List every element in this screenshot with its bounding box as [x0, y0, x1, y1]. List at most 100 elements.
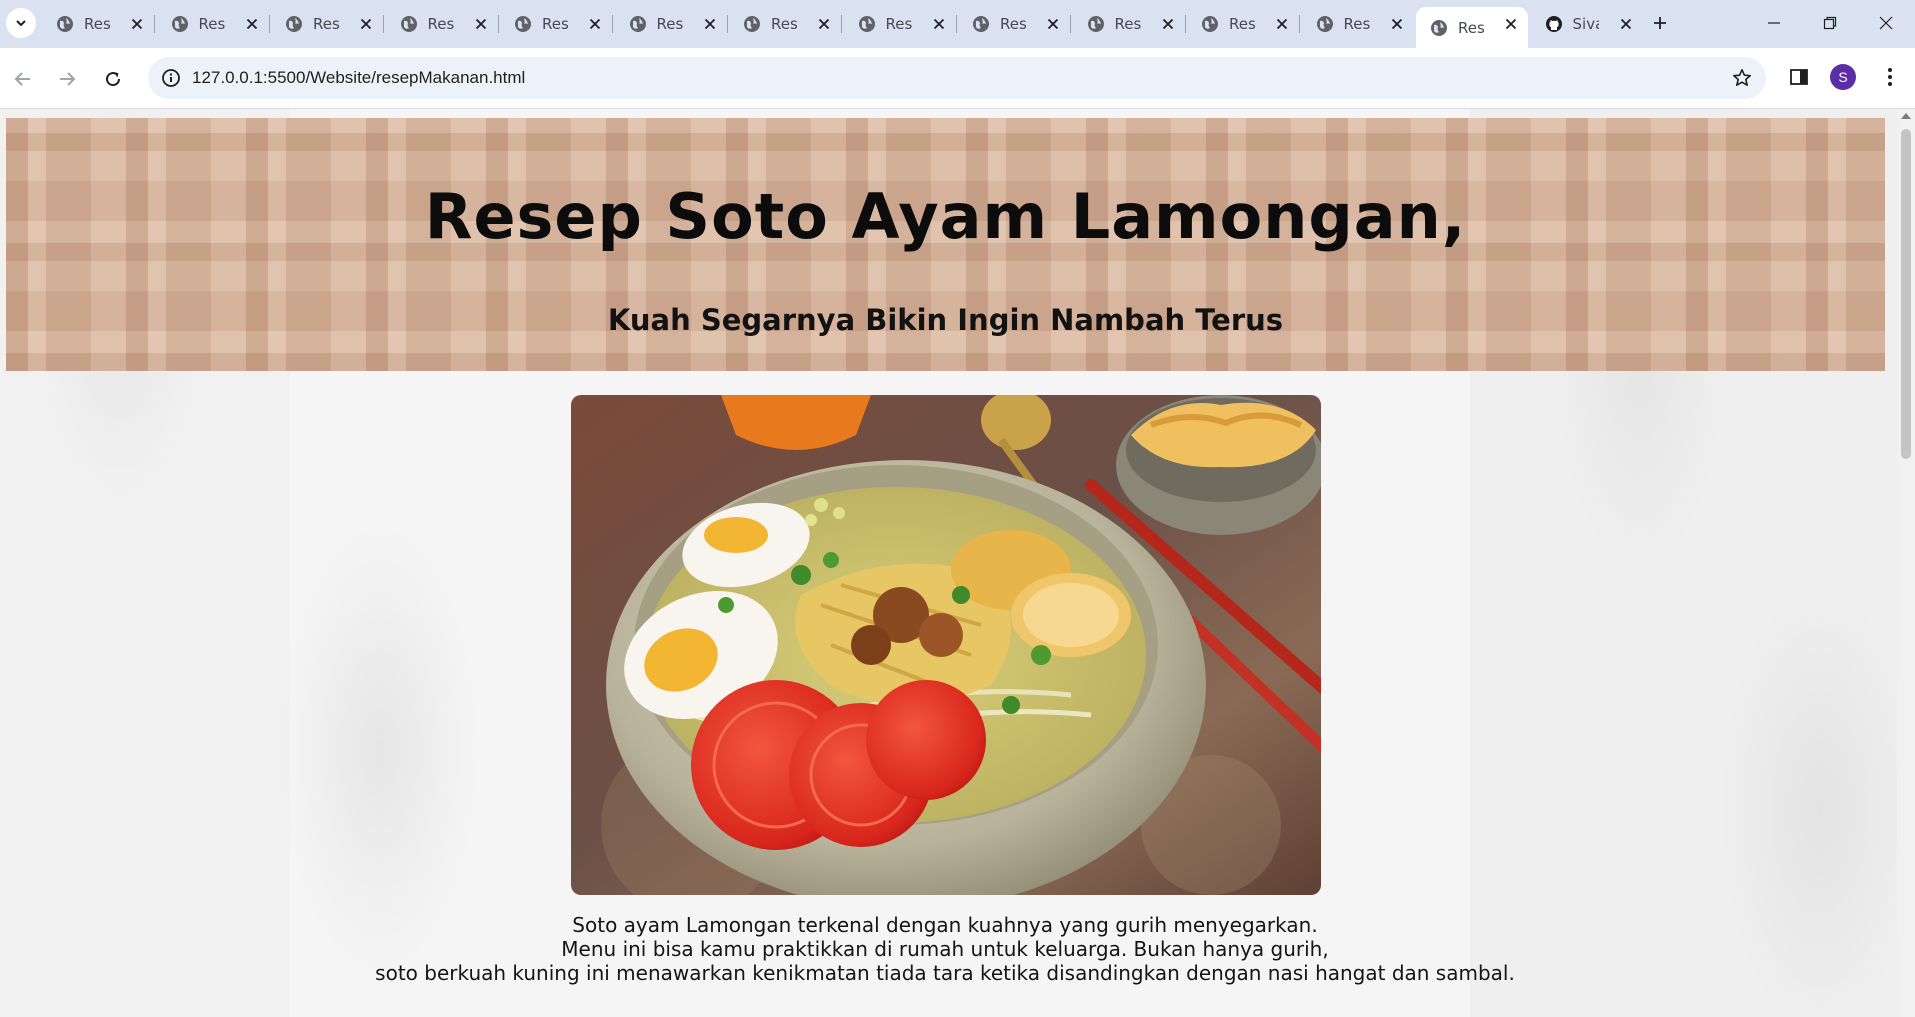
globe-icon [1087, 16, 1104, 32]
close-window-button[interactable] [1858, 0, 1914, 46]
tab-close-button[interactable] [1617, 15, 1635, 33]
minimize-icon [1768, 22, 1780, 24]
reload-icon [106, 72, 121, 87]
tab[interactable]: Resep Makanan [157, 7, 270, 41]
description-line: soto berkuah kuning ini menawarkan kenik… [375, 961, 1515, 985]
globe-icon [171, 16, 188, 32]
tab-close-button[interactable] [128, 15, 146, 33]
tab-title: Resep Makanan [1000, 15, 1026, 33]
soto-ayam-illustration [571, 395, 1321, 895]
scroll-up-arrow[interactable] [1901, 113, 1911, 119]
tab-separator [1184, 15, 1186, 33]
tab-close-button[interactable] [1159, 15, 1177, 33]
tab[interactable]: Resep Makanan [615, 7, 728, 41]
close-icon [131, 18, 143, 30]
reload-button[interactable] [96, 62, 130, 96]
tab-separator [1070, 15, 1071, 33]
tab-title: Resep Makanan [198, 15, 225, 33]
tab-title: Resep Makanan [1114, 15, 1141, 33]
tab-close-button[interactable] [815, 15, 833, 33]
browser-menu-button[interactable] [1875, 62, 1905, 92]
browser-toolbar: 127.0.0.1:5500/Website/resepMakanan.html… [0, 48, 1915, 109]
close-icon [1047, 18, 1059, 30]
tab-close-button[interactable] [1502, 15, 1520, 33]
new-tab-button[interactable] [1646, 9, 1674, 37]
restore-button[interactable] [1802, 0, 1858, 46]
tab-close-button[interactable] [930, 15, 948, 33]
tab-title: Resep Makanan [542, 15, 568, 33]
page-title: Resep Soto Ayam Lamongan, [424, 180, 1467, 253]
tab[interactable]: Resep Makanan [271, 7, 384, 41]
close-icon [933, 18, 944, 30]
profile-avatar[interactable]: S [1830, 64, 1856, 90]
globe-icon [1316, 16, 1333, 32]
tab-title: Resep Makanan [1458, 18, 1484, 37]
more-vertical-icon [1888, 68, 1892, 86]
tab-separator [612, 15, 613, 33]
close-icon [818, 18, 830, 30]
minimize-button[interactable] [1746, 0, 1802, 46]
address-bar[interactable]: 127.0.0.1:5500/Website/resepMakanan.html [148, 57, 1766, 99]
globe-icon [973, 16, 989, 32]
tab[interactable]: Resep Makanan [1302, 7, 1414, 41]
restore-icon [1823, 16, 1837, 30]
side-panel-icon [1790, 69, 1808, 85]
close-icon [360, 18, 372, 30]
tab-separator [841, 15, 842, 33]
tab[interactable]: Resep Makanan [958, 7, 1071, 41]
tab-active[interactable]: Resep Makanan [1416, 7, 1528, 48]
tab-close-button[interactable] [586, 15, 604, 33]
globe-icon [1431, 19, 1447, 36]
tab-title: Sivanza [1572, 15, 1599, 33]
tab[interactable]: Resep Makanan [42, 7, 155, 41]
close-icon [1879, 16, 1893, 30]
tab-separator [268, 15, 270, 33]
soto-ayam-image [571, 395, 1321, 895]
close-icon [589, 18, 601, 30]
url-text[interactable]: 127.0.0.1:5500/Website/resepMakanan.html [192, 68, 525, 88]
tab-close-button[interactable] [1388, 15, 1406, 33]
tab-close-button[interactable] [701, 15, 719, 33]
bookmark-button[interactable] [1730, 66, 1754, 90]
tab-separator [1299, 15, 1300, 33]
globe-icon [629, 16, 646, 32]
tab-title: Resep Makanan [313, 15, 339, 33]
tab-close-button[interactable] [357, 15, 375, 33]
tab-title: Resep Makanan [1343, 15, 1370, 33]
globe-icon [515, 16, 531, 32]
forward-button[interactable] [50, 62, 84, 96]
side-panel-button[interactable] [1784, 62, 1814, 92]
tab-close-button[interactable] [472, 15, 490, 33]
description-line: Menu ini bisa kamu praktikkan di rumah u… [561, 937, 1329, 961]
tab-close-button[interactable] [1273, 15, 1291, 33]
tab[interactable]: Resep Makanan [844, 7, 957, 41]
tab[interactable]: Sivanza [1531, 7, 1643, 41]
tab-separator [383, 15, 384, 33]
globe-icon [744, 16, 760, 32]
tab-close-button[interactable] [1044, 15, 1062, 33]
back-button[interactable] [6, 62, 40, 96]
globe-icon [286, 16, 302, 32]
tab-search-button[interactable] [6, 8, 36, 38]
tab[interactable]: Resep Makanan [1187, 7, 1300, 41]
plus-icon [1654, 17, 1666, 29]
arrow-right-icon [60, 72, 76, 86]
tab-title: Resep Makanan [1229, 15, 1255, 33]
tab[interactable]: Resep Makanan [729, 7, 842, 41]
tab[interactable]: Resep Makanan [500, 7, 613, 41]
page-viewport: Resep Soto Ayam Lamongan, Kuah Segarnya … [0, 109, 1897, 1017]
arrow-left-icon [14, 72, 30, 86]
tab[interactable]: Resep Makanan [1073, 7, 1186, 41]
close-icon [475, 18, 486, 30]
close-icon [704, 18, 715, 30]
description-line: Soto ayam Lamongan terkenal dengan kuahn… [572, 913, 1318, 937]
page-scrollbar[interactable] [1897, 109, 1915, 1017]
close-icon [1162, 18, 1173, 30]
close-icon [1505, 18, 1517, 30]
github-icon [1545, 16, 1562, 32]
tab-close-button[interactable] [243, 15, 261, 33]
scrollbar-thumb[interactable] [1901, 129, 1911, 459]
tab[interactable]: Resep Makanan [386, 7, 499, 41]
tab-title: Resep Makanan [885, 15, 912, 33]
site-info-button[interactable] [158, 65, 184, 91]
